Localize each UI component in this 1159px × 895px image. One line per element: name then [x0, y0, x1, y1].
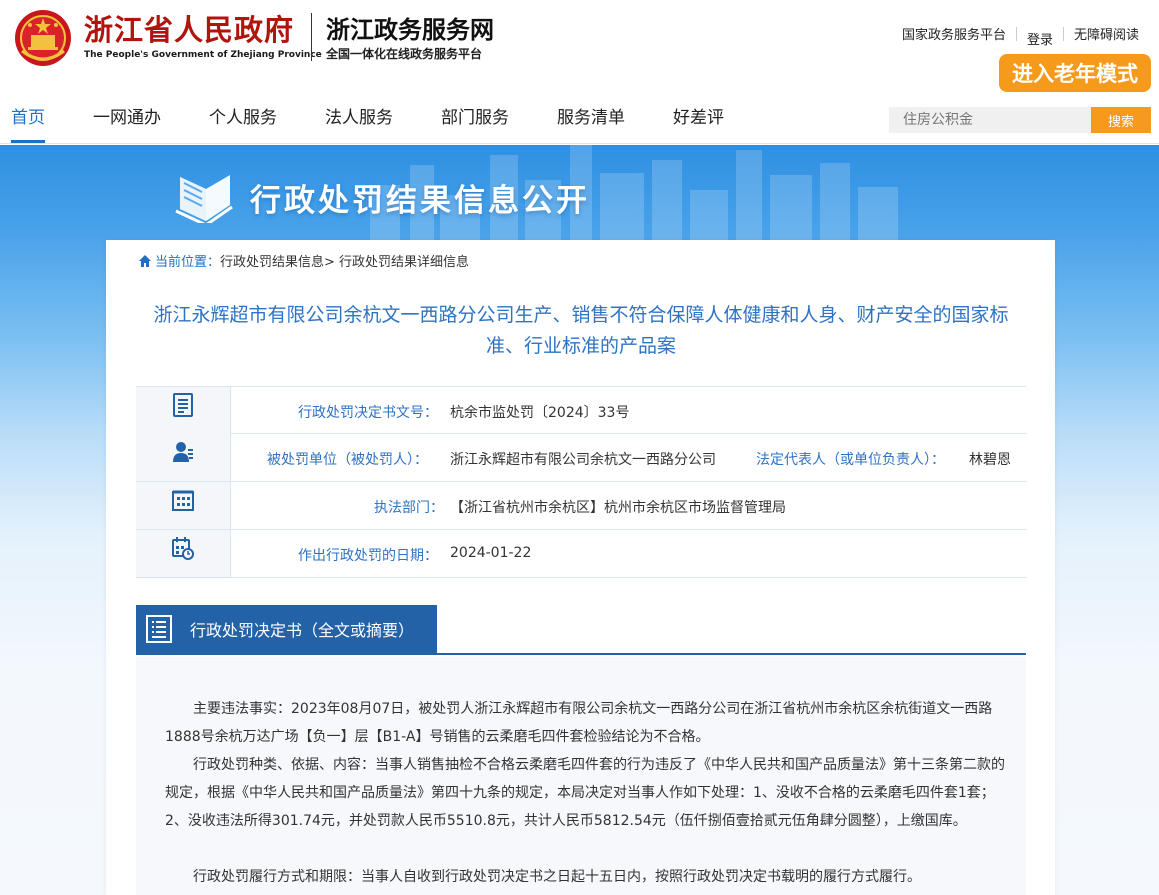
breadcrumb: 当前位置： 行政处罚结果信息> 行政处罚结果详细信息: [138, 251, 469, 270]
content-card: 当前位置： 行政处罚结果信息> 行政处罚结果详细信息 浙江永辉超市有限公司余杭文…: [106, 240, 1055, 895]
legal-rep-label: 法定代表人（或单位负责人）：: [756, 452, 945, 468]
gov-name-en: The People's Government of Zhejiang Prov…: [84, 50, 322, 60]
decision-no-label: 行政处罚决定书文号：: [298, 405, 438, 421]
site-header: 浙江省人民政府 The People's Government of Zheji…: [0, 0, 1159, 100]
decision-no-value: 杭余市监处罚〔2024〕33号: [450, 405, 630, 421]
case-title: 浙江永辉超市有限公司余杭文一西路分公司生产、销售不符合保障人体健康和人身、财产安…: [153, 304, 1009, 357]
elder-mode-button[interactable]: 进入老年模式: [999, 54, 1151, 92]
department-label: 执法部门：: [374, 500, 444, 516]
national-emblem-icon: [15, 10, 71, 66]
link-separator: [1062, 26, 1064, 41]
document-paragraph: 行政处罚种类、依据、内容：当事人销售抽检不合格云柔磨毛四件套的行为违反了《中华人…: [165, 757, 1005, 829]
case-info-table: 行政处罚决定书文号： 杭余市监处罚〔2024〕33号 被处罚单位（被处罚人）： …: [136, 386, 1026, 578]
accessibility-link[interactable]: 无障碍阅读: [1074, 24, 1139, 43]
nav-item-one-stop[interactable]: 一网通办: [93, 106, 161, 138]
info-row-department: 执法部门： 【浙江省杭州市余杭区】杭州市余杭区市场监督管理局: [136, 482, 1026, 530]
calendar-icon: [172, 537, 194, 560]
decision-section-title: 行政处罚决定书（全文或摘要）: [190, 621, 415, 640]
document-paragraph: 行政处罚履行方式和期限：当事人自收到行政处罚决定书之日起十五日内，按照行政处罚决…: [193, 869, 921, 885]
decision-section-tab[interactable]: 行政处罚决定书（全文或摘要）: [136, 605, 437, 653]
legal-rep-value: 林碧恩: [969, 452, 1011, 468]
decision-section-header: 行政处罚决定书（全文或摘要）: [136, 605, 1026, 655]
nav-item-rating[interactable]: 好差评: [673, 106, 724, 138]
date-label: 作出行政处罚的日期：: [298, 548, 438, 564]
nav-item-corporate[interactable]: 法人服务: [325, 106, 393, 138]
breadcrumb-current-label: 当前位置：: [155, 255, 221, 270]
nav-item-service-list[interactable]: 服务清单: [557, 106, 625, 138]
info-row-date: 作出行政处罚的日期： 2024-01-22: [136, 530, 1026, 578]
breadcrumb-path[interactable]: 行政处罚结果信息> 行政处罚结果详细信息: [220, 251, 469, 270]
site-name: 浙江政务服务网: [326, 15, 494, 44]
book-icon: [175, 175, 233, 223]
search-input[interactable]: [889, 107, 1091, 133]
login-link[interactable]: 登录: [1027, 29, 1053, 48]
home-icon: [139, 254, 151, 267]
nav-item-personal[interactable]: 个人服务: [209, 106, 277, 138]
nav-item-home[interactable]: 首页: [11, 106, 45, 143]
document-paragraph: 主要违法事实：2023年08月07日，被处罚人浙江永辉超市有限公司余杭文一西路分…: [165, 701, 993, 745]
site-subtitle: 全国一体化在线政务服务平台: [326, 47, 483, 61]
party-value: 浙江永辉超市有限公司余杭文一西路分公司: [450, 452, 716, 468]
main-nav: 首页 一网通办 个人服务 法人服务 部门服务 服务清单 好差评 搜索: [0, 100, 1159, 144]
info-row-party: 被处罚单位（被处罚人）： 浙江永辉超市有限公司余杭文一西路分公司 法定代表人（或…: [136, 434, 1026, 482]
site-logo-title[interactable]: 浙江政务服务网 全国一体化在线政务服务平台: [326, 14, 494, 62]
building-icon: [172, 490, 194, 511]
decision-document-body: 主要违法事实：2023年08月07日，被处罚人浙江永辉超市有限公司余杭文一西路分…: [136, 657, 1026, 895]
top-links: 国家政务服务平台 登录 无障碍阅读: [902, 24, 1139, 48]
gov-name-cn: 浙江省人民政府: [84, 13, 295, 47]
national-platform-link[interactable]: 国家政务服务平台: [902, 24, 1006, 43]
link-separator: [1015, 26, 1017, 41]
date-value: 2024-01-22: [450, 545, 532, 561]
gov-logo-title[interactable]: 浙江省人民政府 The People's Government of Zheji…: [84, 12, 322, 62]
banner-title: 行政处罚结果信息公开: [250, 183, 590, 219]
party-label: 被处罚单位（被处罚人）：: [267, 452, 428, 468]
person-icon: [173, 442, 193, 462]
document-icon: [173, 393, 193, 417]
info-row-decision-no: 行政处罚决定书文号： 杭余市监处罚〔2024〕33号: [136, 386, 1026, 434]
title-divider: [311, 13, 312, 61]
department-value: 【浙江省杭州市余杭区】杭州市余杭区市场监督管理局: [450, 500, 786, 516]
search-button[interactable]: 搜索: [1091, 107, 1151, 133]
nav-item-department[interactable]: 部门服务: [441, 106, 509, 138]
list-document-icon: [146, 615, 172, 643]
